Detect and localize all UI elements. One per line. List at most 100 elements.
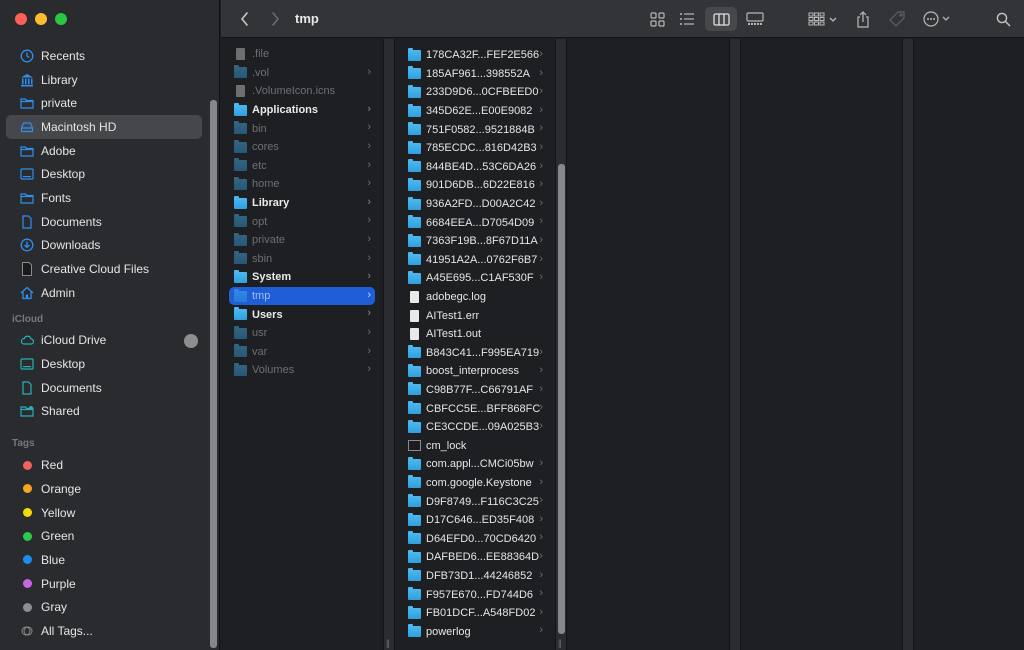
back-button[interactable] — [235, 9, 255, 29]
sidebar-item-icloud-drive[interactable]: iCloud Drive — [6, 329, 202, 353]
folder-row[interactable]: A45E695...C1AF530F › — [395, 269, 555, 288]
folder-row[interactable]: 41951A2A...0762F6B7 › — [395, 251, 555, 270]
sidebar-tag-gray[interactable]: Gray — [6, 595, 202, 619]
sidebar-tag-all-tags[interactable]: All Tags... — [6, 619, 202, 643]
folder-row[interactable]: 751F0582...9521884B › — [395, 120, 555, 139]
tags-button[interactable] — [885, 7, 909, 31]
folder-row[interactable]: D9F8749...F116C3C25 › — [395, 492, 555, 511]
folder-row[interactable]: 844BE4D...53C6DA26 › — [395, 158, 555, 177]
sidebar-item-desktop[interactable]: Desktop — [6, 352, 202, 376]
sidebar-item-desktop[interactable]: Desktop — [6, 162, 202, 186]
list-view-button[interactable] — [675, 7, 699, 31]
column-tmp-scrollbar[interactable] — [558, 164, 565, 634]
folder-row[interactable]: B843C41...F995EA719 › — [395, 344, 555, 363]
sidebar-scrollbar[interactable] — [210, 100, 217, 648]
folder-row[interactable]: 6684EEA...D7054D09 › — [395, 213, 555, 232]
folder-row[interactable]: Library › — [221, 194, 383, 213]
folder-row[interactable]: com.google.Keystone › — [395, 474, 555, 493]
sidebar-tag-yellow[interactable]: Yellow — [6, 501, 202, 525]
chevron-right-icon: › — [539, 624, 543, 637]
folder-row[interactable]: tmp › — [229, 286, 375, 306]
folder-row[interactable]: boost_interprocess › — [395, 362, 555, 381]
item-name: D64EFD0...70CD6420 — [426, 532, 537, 545]
folder-row[interactable]: 785ECDC...816D42B3 › — [395, 139, 555, 158]
folder-row[interactable]: .vol › — [221, 64, 383, 83]
column-resize-handle[interactable]: || — [383, 39, 395, 650]
item-name: A45E695...C1AF530F — [426, 272, 534, 285]
column-view-button[interactable] — [705, 7, 737, 31]
folder-row[interactable]: Users › — [221, 305, 383, 324]
sidebar-item-documents[interactable]: Documents — [6, 376, 202, 400]
folder-row[interactable]: usr › — [221, 324, 383, 343]
folder-row[interactable]: 936A2FD...D00A2C42 › — [395, 195, 555, 214]
sidebar-item-adobe[interactable]: Adobe — [6, 139, 202, 163]
folder-row[interactable]: opt › — [221, 212, 383, 231]
sidebar-tag-purple[interactable]: Purple — [6, 572, 202, 596]
sidebar-item-shared[interactable]: Shared — [6, 400, 202, 424]
folder-row[interactable]: C98B77F...C66791AF › — [395, 381, 555, 400]
icon-view-button[interactable] — [645, 7, 669, 31]
folder-row[interactable]: System › — [221, 268, 383, 287]
folder-row[interactable]: 345D62E...E00E9082 › — [395, 102, 555, 121]
sidebar-item-downloads[interactable]: Downloads — [6, 234, 202, 258]
close-window-button[interactable] — [15, 13, 27, 25]
sidebar-tag-blue[interactable]: Blue — [6, 548, 202, 572]
sidebar-item-macintosh-hd[interactable]: Macintosh HD — [6, 115, 202, 139]
folder-row[interactable]: 233D9D6...0CFBEED0 › — [395, 83, 555, 102]
folder-icon — [234, 195, 247, 209]
share-button[interactable] — [851, 7, 875, 31]
folder-row[interactable]: cores › — [221, 138, 383, 157]
sidebar-tag-orange[interactable]: Orange — [6, 477, 202, 501]
folder-row[interactable]: Applications › — [221, 101, 383, 120]
folder-row[interactable]: DFB73D1...44246852 › — [395, 567, 555, 586]
folder-row[interactable]: com.appl...CMCi05bw › — [395, 455, 555, 474]
home-icon — [20, 286, 34, 300]
sidebar-item-recents[interactable]: Recents — [6, 44, 202, 68]
sidebar-tag-green[interactable]: Green — [6, 524, 202, 548]
file-row[interactable]: adobegc.log — [395, 288, 555, 307]
item-name: DAFBED6...EE88364D — [426, 551, 540, 564]
gallery-view-button[interactable] — [741, 7, 769, 31]
folder-row[interactable]: home › — [221, 175, 383, 194]
column-resize-handle[interactable] — [729, 39, 741, 650]
folder-row[interactable]: powerlog › — [395, 622, 555, 641]
folder-row[interactable]: 185AF961...398552A › — [395, 65, 555, 84]
folder-row[interactable]: etc › — [221, 157, 383, 176]
file-row[interactable]: .VolumeIcon.icns — [221, 82, 383, 101]
folder-row[interactable]: F957E670...FD744D6 › — [395, 585, 555, 604]
file-row[interactable]: .file — [221, 45, 383, 64]
group-by-button[interactable] — [805, 7, 841, 31]
sidebar-item-library[interactable]: Library — [6, 68, 202, 92]
forward-button[interactable] — [265, 9, 285, 29]
folder-row[interactable]: bin › — [221, 119, 383, 138]
folder-row[interactable]: 901D6DB...6D22E816 › — [395, 176, 555, 195]
file-row[interactable]: AITest1.err — [395, 306, 555, 325]
sidebar-tag-red[interactable]: Red — [6, 453, 202, 477]
folder-row[interactable]: D17C646...ED35F408 › — [395, 511, 555, 530]
column-resize-handle[interactable] — [902, 39, 914, 650]
folder-row[interactable]: Volumes › — [221, 361, 383, 380]
file-row[interactable]: AITest1.out — [395, 325, 555, 344]
column-resize-handle[interactable]: || — [555, 39, 567, 650]
folder-row[interactable]: sbin › — [221, 250, 383, 269]
search-button[interactable] — [991, 7, 1015, 31]
chevron-right-icon: › — [539, 401, 543, 414]
minimize-window-button[interactable] — [35, 13, 47, 25]
folder-row[interactable]: CE3CCDE...09A025B3 › — [395, 418, 555, 437]
more-actions-button[interactable] — [921, 7, 955, 31]
folder-row[interactable]: 178CA32F...FEF2E566 › — [395, 46, 555, 65]
folder-row[interactable]: private › — [221, 231, 383, 250]
sidebar-item-admin[interactable]: Admin — [6, 281, 202, 305]
folder-row[interactable]: 7363F19B...8F67D11A › — [395, 232, 555, 251]
folder-row[interactable]: FB01DCF...A548FD02 › — [395, 604, 555, 623]
folder-row[interactable]: D64EFD0...70CD6420 › — [395, 529, 555, 548]
folder-row[interactable]: var › — [221, 343, 383, 362]
file-row[interactable]: cm_lock — [395, 436, 555, 455]
zoom-window-button[interactable] — [55, 13, 67, 25]
sidebar-item-creative-cloud-files[interactable]: Creative Cloud Files — [6, 257, 202, 281]
sidebar-item-private[interactable]: private — [6, 91, 202, 115]
folder-row[interactable]: DAFBED6...EE88364D › — [395, 548, 555, 567]
sidebar-item-fonts[interactable]: Fonts — [6, 186, 202, 210]
sidebar-item-documents[interactable]: Documents — [6, 210, 202, 234]
folder-row[interactable]: CBFCC5E...BFF868FC › — [395, 399, 555, 418]
